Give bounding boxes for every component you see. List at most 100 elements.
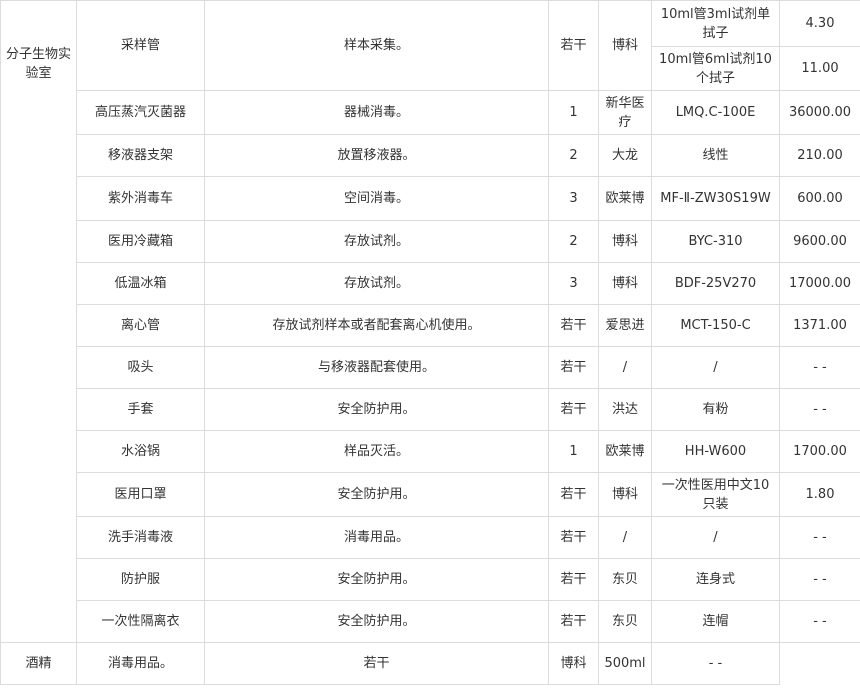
- item-use: 样品灭活。: [204, 430, 549, 473]
- table-row: 水浴锅 样品灭活。 1 欧莱博 HH-W600 1700.00: [1, 430, 860, 473]
- item-brand: /: [598, 346, 652, 389]
- item-qty: 1: [548, 430, 599, 473]
- item-price: - -: [779, 558, 860, 601]
- table-row: 防护服 安全防护用。 若干 东贝 连身式 - -: [1, 558, 860, 601]
- item-price: 1700.00: [779, 430, 860, 473]
- item-model: 10ml管6ml试剂10个拭子: [651, 46, 780, 91]
- equipment-table: 分子生物实验室 采样管 样本采集。 若干 博科 10ml管3ml试剂单拭子 4.…: [0, 0, 860, 685]
- item-model: /: [651, 346, 780, 389]
- item-use: 安全防护用。: [204, 472, 549, 517]
- item-use: 样本采集。: [204, 0, 549, 91]
- item-brand: 东贝: [598, 600, 652, 643]
- item-price: 210.00: [779, 134, 860, 177]
- item-model: MCT-150-C: [651, 304, 780, 347]
- item-price: - -: [779, 516, 860, 559]
- item-qty: 若干: [548, 558, 599, 601]
- item-brand: 博科: [548, 642, 599, 685]
- item-price: 1.80: [779, 472, 860, 517]
- item-model: LMQ.C-100E: [651, 90, 780, 135]
- item-qty: 若干: [548, 472, 599, 517]
- item-qty: 若干: [548, 516, 599, 559]
- item-use: 空间消毒。: [204, 176, 549, 221]
- item-model: BYC-310: [651, 220, 780, 263]
- item-qty: 2: [548, 134, 599, 177]
- item-price: - -: [779, 346, 860, 389]
- table-row: 手套 安全防护用。 若干 洪达 有粉 - -: [1, 388, 860, 431]
- item-model: 500ml: [598, 642, 652, 685]
- item-use: 存放试剂样本或者配套离心机使用。: [204, 304, 549, 347]
- department-cell: 分子生物实验室: [0, 0, 77, 643]
- item-model: 一次性医用中文10只装: [651, 472, 780, 517]
- item-use: 安全防护用。: [204, 388, 549, 431]
- item-name: 吸头: [76, 346, 205, 389]
- item-name: 酒精: [0, 642, 77, 685]
- item-price: - -: [779, 600, 860, 643]
- table-row: 离心管 存放试剂样本或者配套离心机使用。 若干 爱思进 MCT-150-C 13…: [1, 304, 860, 347]
- item-name: 医用口罩: [76, 472, 205, 517]
- item-price: 1371.00: [779, 304, 860, 347]
- item-qty: 若干: [204, 642, 549, 685]
- table-row: 吸头 与移液器配套使用。 若干 / / - -: [1, 346, 860, 389]
- table-row: 紫外消毒车 空间消毒。 3 欧莱博 MF-Ⅱ-ZW30S19W 600.00: [1, 176, 860, 221]
- item-model: 连身式: [651, 558, 780, 601]
- item-qty: 若干: [548, 304, 599, 347]
- item-use: 与移液器配套使用。: [204, 346, 549, 389]
- item-name: 离心管: [76, 304, 205, 347]
- item-price: 11.00: [779, 46, 860, 91]
- item-brand: 洪达: [598, 388, 652, 431]
- item-brand: 博科: [598, 262, 652, 305]
- item-name: 防护服: [76, 558, 205, 601]
- item-qty: 若干: [548, 346, 599, 389]
- item-name: 洗手消毒液: [76, 516, 205, 559]
- item-price: 9600.00: [779, 220, 860, 263]
- item-use: 存放试剂。: [204, 262, 549, 305]
- table-row: 医用口罩 安全防护用。 若干 博科 一次性医用中文10只装 1.80: [1, 472, 860, 517]
- item-model: 线性: [651, 134, 780, 177]
- item-name: 采样管: [76, 0, 205, 91]
- item-brand: 欧莱博: [598, 176, 652, 221]
- item-qty: 2: [548, 220, 599, 263]
- item-model: MF-Ⅱ-ZW30S19W: [651, 176, 780, 221]
- item-model: 10ml管3ml试剂单拭子: [651, 0, 780, 47]
- item-use: 放置移液器。: [204, 134, 549, 177]
- item-name: 水浴锅: [76, 430, 205, 473]
- table-row: 酒精 消毒用品。 若干 博科 500ml - -: [0, 642, 860, 685]
- item-name: 手套: [76, 388, 205, 431]
- item-qty: 1: [548, 90, 599, 135]
- item-qty: 若干: [548, 600, 599, 643]
- item-brand: 博科: [598, 220, 652, 263]
- table-row: 医用冷藏箱 存放试剂。 2 博科 BYC-310 9600.00: [1, 220, 860, 263]
- table-row: 一次性隔离衣 安全防护用。 若干 东贝 连帽 - -: [1, 600, 860, 643]
- table-row: 分子生物实验室 采样管 样本采集。 若干 博科 10ml管3ml试剂单拭子 4.…: [0, 0, 860, 643]
- item-price: - -: [651, 642, 780, 685]
- item-model: 有粉: [651, 388, 780, 431]
- item-price: 36000.00: [779, 90, 860, 135]
- item-brand: 东贝: [598, 558, 652, 601]
- item-brand: /: [598, 516, 652, 559]
- table-row: 洗手消毒液 消毒用品。 若干 / / - -: [1, 516, 860, 559]
- item-use: 存放试剂。: [204, 220, 549, 263]
- item-brand: 欧莱博: [598, 430, 652, 473]
- table-row: 高压蒸汽灭菌器 器械消毒。 1 新华医疗 LMQ.C-100E 36000.00: [1, 90, 860, 135]
- item-price: - -: [779, 388, 860, 431]
- item-brand: 新华医疗: [598, 90, 652, 135]
- item-model: 连帽: [651, 600, 780, 643]
- item-qty: 若干: [548, 388, 599, 431]
- item-qty: 若干: [548, 0, 599, 91]
- item-model: /: [651, 516, 780, 559]
- item-brand: 博科: [598, 472, 652, 517]
- item-use: 消毒用品。: [204, 516, 549, 559]
- item-name: 高压蒸汽灭菌器: [76, 90, 205, 135]
- item-price: 600.00: [779, 176, 860, 221]
- item-name: 医用冷藏箱: [76, 220, 205, 263]
- item-brand: 大龙: [598, 134, 652, 177]
- item-brand: 博科: [598, 0, 652, 91]
- item-model: BDF-25V270: [651, 262, 780, 305]
- table-row: 低温冰箱 存放试剂。 3 博科 BDF-25V270 17000.00: [1, 262, 860, 305]
- table-row: 移液器支架 放置移液器。 2 大龙 线性 210.00: [1, 134, 860, 177]
- item-name: 低温冰箱: [76, 262, 205, 305]
- item-name: 紫外消毒车: [76, 176, 205, 221]
- item-model: HH-W600: [651, 430, 780, 473]
- item-brand: 爱思进: [598, 304, 652, 347]
- item-price: 4.30: [779, 0, 860, 47]
